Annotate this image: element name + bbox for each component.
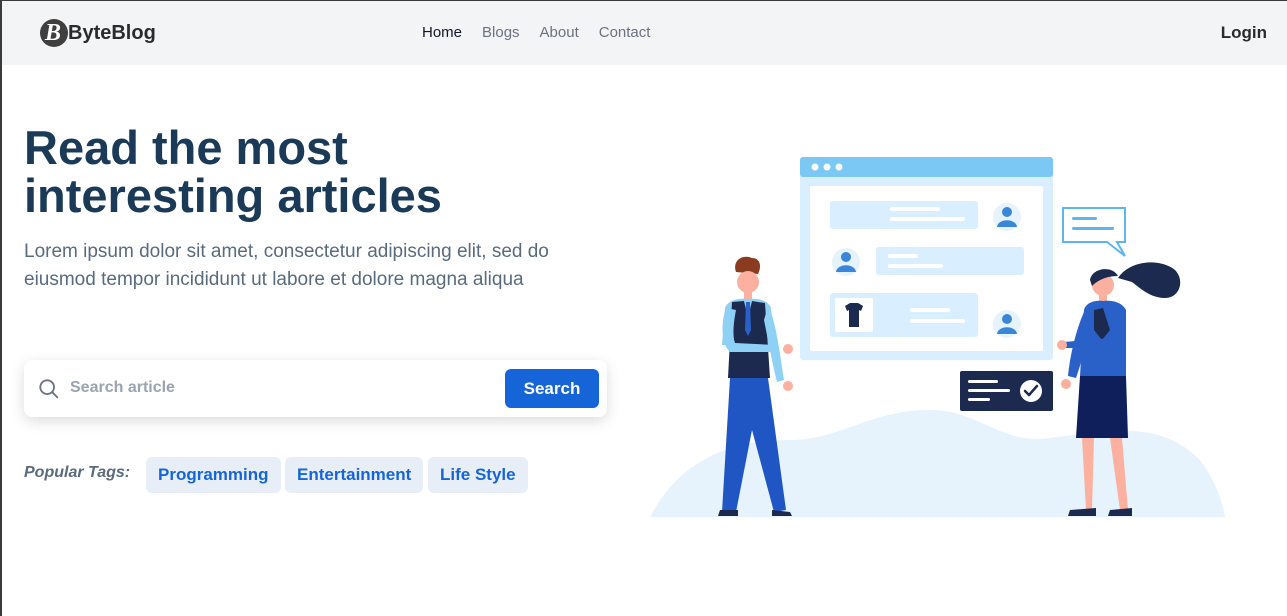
- main-nav: Home Blogs About Contact: [422, 24, 650, 41]
- navbar: B ByteBlog Home Blogs About Contact Logi…: [2, 1, 1287, 65]
- hero-subtitle: Lorem ipsum dolor sit amet, consectetur …: [24, 241, 549, 290]
- nav-link-home[interactable]: Home: [422, 24, 462, 41]
- popular-tags-label: Popular Tags:: [24, 464, 131, 481]
- login-button[interactable]: Login: [1221, 23, 1267, 43]
- brand-logo-icon: B: [40, 19, 68, 47]
- brand-name: ByteBlog: [68, 21, 156, 44]
- checklist-card-icon: [960, 371, 1053, 411]
- tag-programming[interactable]: Programming: [146, 457, 281, 493]
- chat-bubble-icon: [1062, 207, 1126, 257]
- nav-link-blogs[interactable]: Blogs: [482, 24, 520, 41]
- browser-window-graphic: [800, 157, 1053, 360]
- window-frame-left: [0, 0, 2, 616]
- search-icon: [39, 379, 59, 399]
- hero-title-line-2: interesting articles: [24, 169, 442, 222]
- search-bar: Search: [24, 360, 607, 417]
- hero-title: Read the most interesting articles: [24, 124, 584, 220]
- nav-link-contact[interactable]: Contact: [599, 24, 651, 41]
- hero-title-line-1: Read the most: [24, 121, 348, 174]
- hero-illustration: [650, 157, 1225, 517]
- nav-link-about[interactable]: About: [540, 24, 579, 41]
- search-input[interactable]: [70, 373, 490, 403]
- brand-link[interactable]: B ByteBlog: [40, 19, 156, 47]
- tag-life-style[interactable]: Life Style: [428, 457, 528, 493]
- tag-entertainment[interactable]: Entertainment: [285, 457, 424, 493]
- search-button[interactable]: Search: [505, 369, 599, 408]
